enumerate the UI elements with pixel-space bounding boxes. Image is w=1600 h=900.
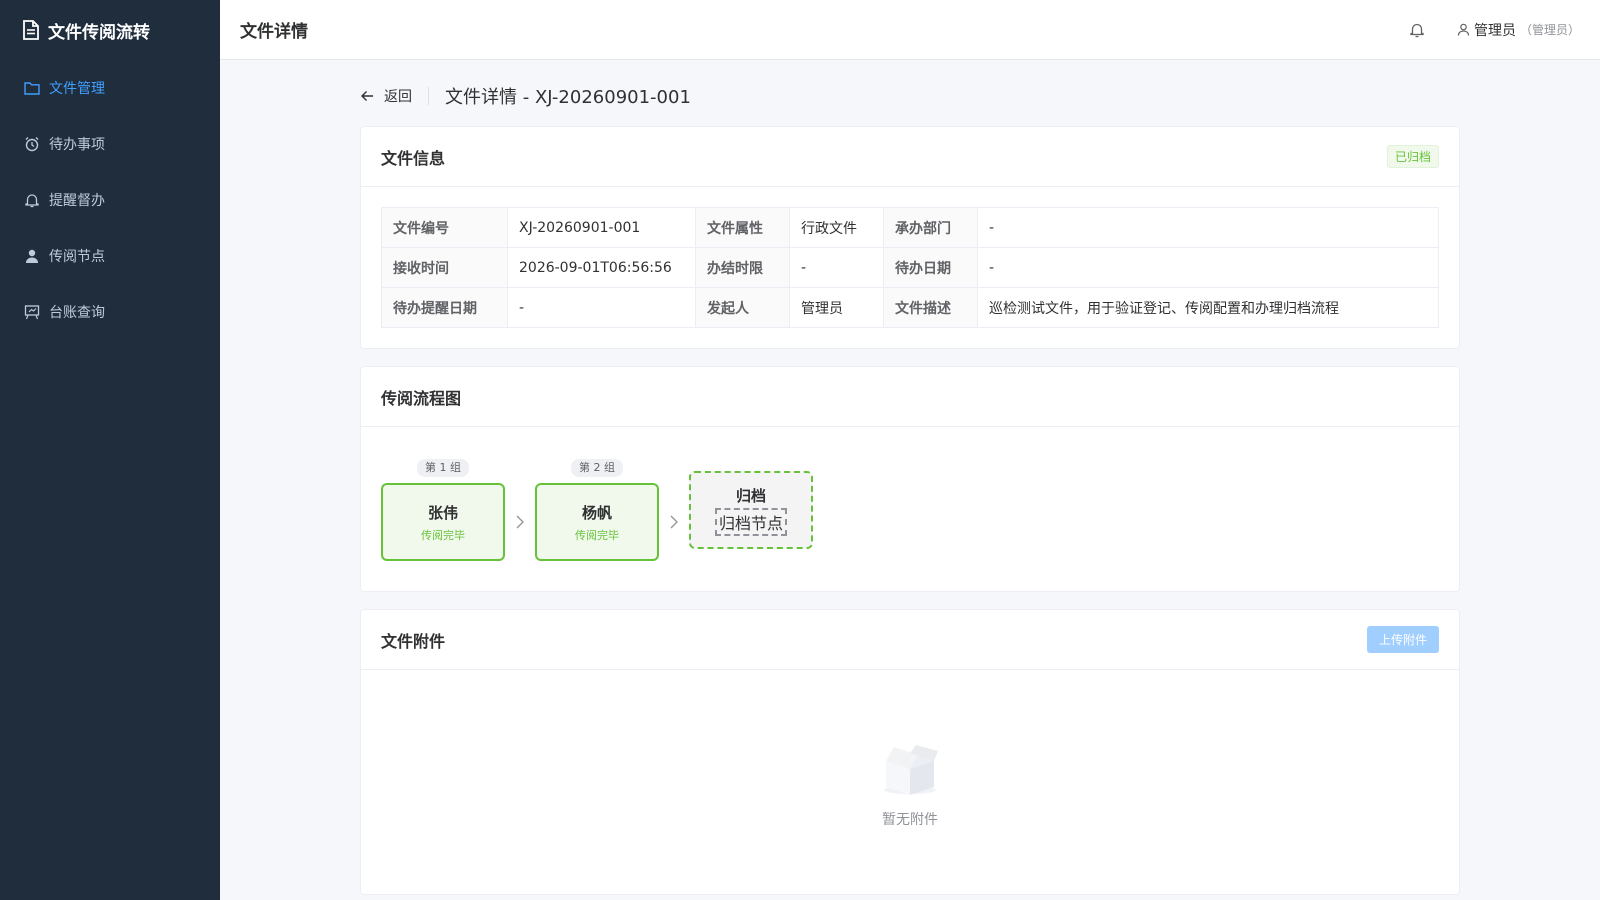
flow-step: 第 1 组 张伟 传阅完毕 — [381, 459, 505, 561]
app-title: 文件传阅流转 — [48, 22, 150, 43]
info-label: 待办提醒日期 — [381, 287, 508, 328]
card-title: 传阅流程图 — [381, 388, 462, 408]
attachments-card-header: 文件附件 上传附件 — [361, 610, 1459, 670]
archive-node[interactable]: 归档 归档节点 — [689, 471, 813, 549]
info-label: 文件属性 — [695, 207, 790, 248]
attachments-card: 文件附件 上传附件 暂无附件 — [360, 609, 1460, 895]
sidebar-item-reminders[interactable]: 提醒督办 — [0, 172, 220, 228]
sidebar-item-label: 传阅节点 — [49, 249, 105, 265]
sidebar-item-label: 待办事项 — [49, 137, 105, 153]
sidebar-item-file-management[interactable]: 文件管理 — [0, 60, 220, 116]
main-content: 返回 文件详情 - XJ-20260901-001 文件信息 已归档 文件编号 … — [360, 60, 1460, 900]
info-label: 文件描述 — [883, 287, 978, 328]
info-value: 2026-09-01T06:56:56 — [507, 247, 696, 288]
page-title: 文件详情 - XJ-20260901-001 — [445, 87, 691, 108]
info-label: 发起人 — [695, 287, 790, 328]
document-icon — [23, 20, 39, 40]
info-label: 承办部门 — [883, 207, 978, 248]
chevron-right-icon — [659, 483, 689, 561]
back-button[interactable]: 返回 — [360, 86, 412, 106]
info-label: 办结时限 — [695, 247, 790, 288]
archive-node-name: 归档 — [735, 486, 766, 505]
info-value: 管理员 — [789, 287, 884, 328]
user-name: 管理员 — [1473, 22, 1516, 39]
presentation-icon — [24, 304, 40, 320]
page-header: 返回 文件详情 - XJ-20260901-001 — [360, 60, 1460, 126]
table-row: 接收时间 2026-09-01T06:56:56 办结时限 - 待办日期 - — [381, 247, 1439, 288]
app-brand[interactable]: 文件传阅流转 — [0, 0, 220, 60]
flow-node[interactable]: 张伟 传阅完毕 — [381, 483, 505, 561]
node-status: 传阅完毕 — [421, 528, 465, 542]
arrow-left-icon — [361, 91, 373, 101]
info-label: 接收时间 — [381, 247, 508, 288]
bell-icon — [24, 192, 40, 208]
flow-card: 传阅流程图 第 1 组 张伟 传阅完毕 第 2 组 杨帆 传阅完毕 归档 归档节… — [360, 366, 1460, 592]
notification-bell-icon[interactable] — [1409, 21, 1425, 38]
folder-icon — [24, 80, 40, 96]
node-name: 张伟 — [427, 503, 458, 522]
status-badge: 已归档 — [1386, 145, 1439, 168]
sidebar-item-todo[interactable]: 待办事项 — [0, 116, 220, 172]
info-value: 巡检测试文件，用于验证登记、传阅配置和办理归档流程 — [977, 287, 1439, 328]
user-outline-icon — [1457, 23, 1470, 36]
header-right: 管理员 （管理员） — [1409, 20, 1580, 40]
flow-card-header: 传阅流程图 — [361, 367, 1459, 427]
info-label: 待办日期 — [883, 247, 978, 288]
table-row: 待办提醒日期 - 发起人 管理员 文件描述 巡检测试文件，用于验证登记、传阅配置… — [381, 287, 1439, 328]
sidebar-item-label: 文件管理 — [49, 81, 105, 97]
info-value: - — [789, 247, 884, 288]
flow-diagram: 第 1 组 张伟 传阅完毕 第 2 组 杨帆 传阅完毕 归档 归档节点 — [381, 447, 1439, 571]
top-header: 文件详情 管理员 （管理员） — [220, 0, 1600, 60]
user-icon — [24, 248, 40, 264]
user-menu[interactable]: 管理员 （管理员） — [1457, 20, 1580, 40]
flow-step: 第 2 组 杨帆 传阅完毕 — [535, 459, 659, 561]
card-title: 文件附件 — [381, 631, 446, 651]
empty-box-icon — [884, 745, 938, 795]
info-value: - — [507, 287, 696, 328]
sidebar-item-label: 提醒督办 — [49, 193, 105, 209]
upload-attachment-button[interactable]: 上传附件 — [1366, 626, 1439, 653]
flow-body: 第 1 组 张伟 传阅完毕 第 2 组 杨帆 传阅完毕 归档 归档节点 — [361, 427, 1459, 591]
group-label: 第 1 组 — [417, 459, 469, 477]
info-label: 文件编号 — [381, 207, 508, 248]
chevron-right-icon — [505, 483, 535, 561]
sidebar: 文件传阅流转 文件管理 待办事项 提醒督办 传阅节点 台账查询 — [0, 0, 220, 900]
user-role: （管理员） — [1519, 23, 1580, 37]
flow-node[interactable]: 杨帆 传阅完毕 — [535, 483, 659, 561]
info-value: - — [977, 207, 1439, 248]
back-label: 返回 — [384, 89, 412, 105]
header-title: 文件详情 — [240, 22, 308, 42]
header-divider — [428, 87, 429, 105]
file-info-card-header: 文件信息 已归档 — [361, 127, 1459, 187]
node-status: 传阅完毕 — [575, 528, 619, 542]
file-info-body: 文件编号 XJ-20260901-001 文件属性 行政文件 承办部门 - 接收… — [361, 187, 1459, 348]
empty-state: 暂无附件 — [361, 670, 1459, 894]
sidebar-item-ledger-query[interactable]: 台账查询 — [0, 284, 220, 340]
file-info-card: 文件信息 已归档 文件编号 XJ-20260901-001 文件属性 行政文件 … — [360, 126, 1460, 349]
table-row: 文件编号 XJ-20260901-001 文件属性 行政文件 承办部门 - — [381, 207, 1439, 248]
archive-node-sub: 归档节点 — [714, 507, 787, 536]
flow-step-archive: 归档 归档节点 — [689, 471, 813, 549]
info-value: 行政文件 — [789, 207, 884, 248]
sidebar-item-label: 台账查询 — [49, 305, 105, 321]
info-value: XJ-20260901-001 — [507, 207, 696, 248]
empty-text: 暂无附件 — [882, 812, 938, 828]
group-label: 第 2 组 — [571, 459, 623, 477]
node-name: 杨帆 — [581, 503, 612, 522]
card-title: 文件信息 — [381, 148, 446, 168]
sidebar-nav: 文件管理 待办事项 提醒督办 传阅节点 台账查询 — [0, 60, 220, 340]
alarm-clock-icon — [24, 136, 40, 152]
file-info-table: 文件编号 XJ-20260901-001 文件属性 行政文件 承办部门 - 接收… — [381, 207, 1439, 328]
sidebar-item-circulation-nodes[interactable]: 传阅节点 — [0, 228, 220, 284]
info-value: - — [977, 247, 1439, 288]
